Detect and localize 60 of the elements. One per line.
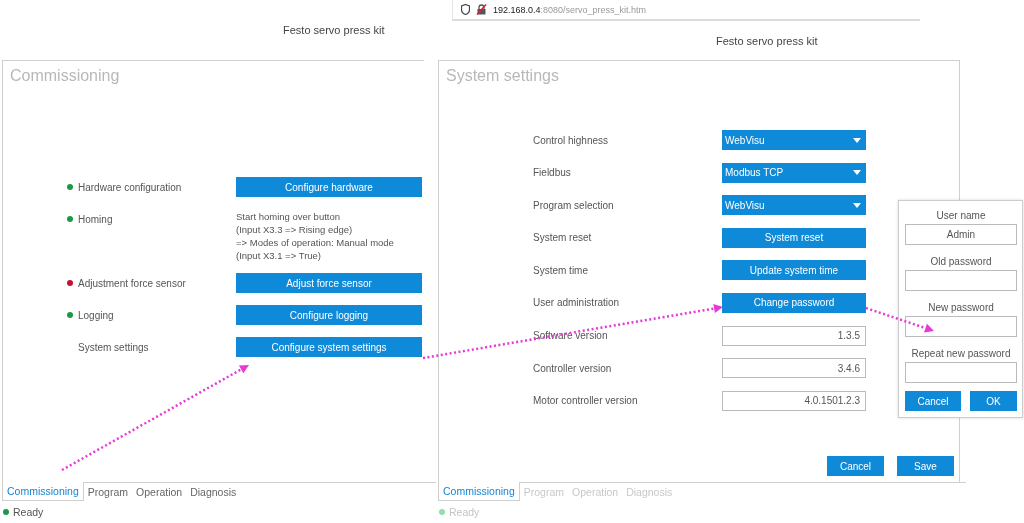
footer-button[interactable]: Cancel	[827, 456, 884, 476]
action-button[interactable]: Configure hardware	[236, 177, 422, 197]
tab[interactable]: Program	[83, 482, 133, 501]
url-text: 192.168.0.4:8080/servo_press_kit.htm	[493, 4, 647, 15]
dropdown[interactable]: Modbus TCP	[722, 162, 866, 183]
setting-label: Fieldbus	[533, 167, 571, 179]
status-text: Ready	[13, 506, 44, 518]
action-button[interactable]: Change password	[722, 292, 866, 313]
dialog-button[interactable]: Cancel	[905, 391, 961, 411]
caret-icon	[853, 137, 861, 143]
panel-title: Commissioning	[10, 67, 121, 85]
tab[interactable]: Operation	[132, 482, 187, 501]
insecure-lock-icon	[476, 4, 487, 15]
row-label: Hardware configuration	[78, 181, 182, 193]
input-field[interactable]	[905, 362, 1017, 383]
action-button[interactable]: Update system time	[722, 260, 866, 281]
row-label: Logging	[78, 309, 114, 321]
caret-icon	[853, 170, 861, 176]
version-field: 4.0.1501.2.3	[722, 390, 866, 411]
action-button[interactable]: Adjust force sensor	[236, 273, 422, 293]
tab[interactable]: Diagnosis	[186, 482, 241, 501]
row-label: System settings	[78, 341, 149, 353]
action-button[interactable]: Configure logging	[236, 305, 422, 325]
status-text: Ready	[449, 506, 480, 518]
field-label: User name	[936, 209, 986, 223]
homing-note: (Input X3.1 => True)	[236, 249, 323, 261]
shield-icon	[461, 4, 470, 15]
homing-note: Start homing over button	[236, 210, 342, 222]
homing-note: (Input X3.3 => Rising edge)	[236, 223, 354, 235]
setting-label: Motor controller version	[533, 395, 638, 407]
dialog-button[interactable]: OK	[970, 391, 1017, 411]
dropdown[interactable]: WebVisu	[722, 195, 866, 216]
action-button[interactable]: Configure system settings	[236, 337, 422, 357]
row-label: Adjustment force sensor	[78, 277, 186, 289]
app-title: Festo servo press kit	[283, 24, 385, 36]
address-bar[interactable]: 192.168.0.4:8080/servo_press_kit.htm	[452, 0, 920, 21]
row-label: Homing	[78, 213, 113, 225]
setting-label: System reset	[533, 232, 592, 244]
action-button[interactable]: System reset	[722, 227, 866, 248]
input-field[interactable]	[905, 316, 1017, 337]
input-field[interactable]: Admin	[905, 224, 1017, 245]
field-label: Old password	[930, 255, 992, 269]
caret-icon	[853, 202, 861, 208]
field-label: New password	[928, 301, 994, 315]
footer-button[interactable]: Save	[897, 456, 954, 476]
version-field: 1.3.5	[722, 325, 866, 346]
version-field: 3.4.6	[722, 358, 866, 379]
setting-label: User administration	[533, 297, 620, 309]
setting-label: Program selection	[533, 199, 614, 211]
setting-label: Control highness	[533, 134, 609, 146]
dropdown[interactable]: WebVisu	[722, 130, 866, 150]
panel-title: System settings	[446, 67, 560, 85]
tab[interactable]: Commissioning	[2, 482, 84, 501]
tab[interactable]: Commissioning	[438, 482, 520, 501]
app-title: Festo servo press kit	[716, 34, 818, 47]
setting-label: Controller version	[533, 362, 612, 374]
homing-note: => Modes of operation: Manual mode	[236, 236, 395, 248]
field-label: Repeat new password	[911, 347, 1011, 361]
input-field[interactable]	[905, 270, 1017, 291]
setting-label: System time	[533, 264, 588, 276]
